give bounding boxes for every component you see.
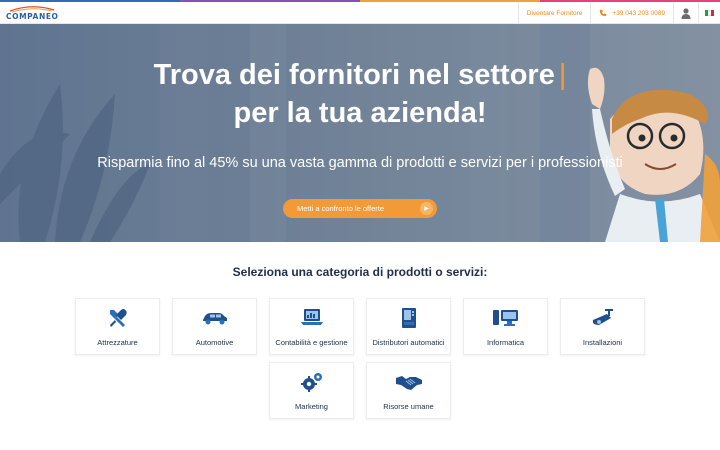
category-card-informatica[interactable]: Informatica xyxy=(463,298,548,355)
category-label: Distributori automatici xyxy=(372,338,445,347)
category-label: Automotive xyxy=(195,338,234,347)
category-card-risorse-umane[interactable]: Risorse umane xyxy=(366,362,451,419)
handshake-icon xyxy=(395,376,422,390)
category-label: Marketing xyxy=(295,402,328,411)
companeo-logo[interactable]: COMPANEO xyxy=(6,4,58,24)
car-icon xyxy=(202,313,227,325)
site-header: COMPANEO Diventare Fornitore +39 043 203… xyxy=(0,2,720,24)
security-camera-icon xyxy=(592,309,613,325)
category-card-attrezzature[interactable]: Attrezzature xyxy=(75,298,160,355)
phone-link[interactable]: +39 043 203 0089 xyxy=(590,2,673,24)
category-card-contabilita[interactable]: Contabilità e gestione xyxy=(269,298,354,355)
computer-icon xyxy=(492,310,518,326)
gears-icon xyxy=(300,373,322,392)
hero-banner: Trova dei fornitori nel settore | per la … xyxy=(0,24,720,242)
laptop-chart-icon xyxy=(300,309,323,325)
phone-icon xyxy=(600,9,607,17)
user-icon xyxy=(681,7,691,19)
italy-flag-icon xyxy=(705,10,714,16)
category-label: Contabilità e gestione xyxy=(275,338,348,347)
phone-number: +39 043 203 0089 xyxy=(612,9,665,17)
typing-cursor: | xyxy=(558,59,567,91)
hero-title-line1: Trova dei fornitori nel settore | xyxy=(0,56,720,94)
arrow-right-icon: ▶ xyxy=(420,202,433,215)
categories-title: Seleziona una categoria di prodotti o se… xyxy=(232,265,488,279)
category-label: Attrezzature xyxy=(97,338,138,347)
language-selector[interactable] xyxy=(698,2,720,24)
user-account-button[interactable] xyxy=(673,2,698,24)
hero-title-line2: per la tua azienda! xyxy=(233,97,487,129)
vending-machine-icon xyxy=(401,308,416,328)
become-supplier-link[interactable]: Diventare Fornitore xyxy=(517,2,591,24)
category-card-distributori[interactable]: Distributori automatici xyxy=(366,298,451,355)
category-card-marketing[interactable]: Marketing xyxy=(269,362,354,419)
hero-title-text: Trova dei fornitori nel settore xyxy=(153,59,555,91)
compare-offers-button[interactable]: Metti a confronto le offerte ▶ xyxy=(283,199,437,218)
category-label: Installazioni xyxy=(582,338,623,347)
category-card-automotive[interactable]: Automotive xyxy=(172,298,257,355)
logo-text: COMPANEO xyxy=(6,12,58,21)
tools-icon xyxy=(109,309,127,327)
category-label: Risorse umane xyxy=(383,402,434,411)
hero-subtitle: Risparmia fino al 45% su una vasta gamma… xyxy=(97,155,623,171)
logo-swoosh-icon: COMPANEO xyxy=(6,6,58,21)
category-card-installazioni[interactable]: Installazioni xyxy=(560,298,645,355)
compare-offers-label: Metti a confronto le offerte xyxy=(297,204,384,213)
category-label: Informatica xyxy=(486,338,525,347)
